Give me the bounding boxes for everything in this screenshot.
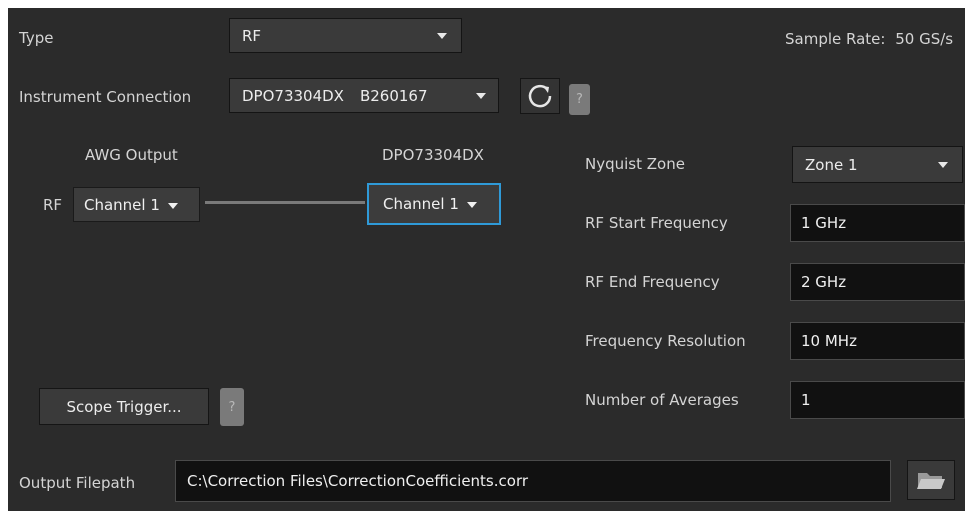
frequency-resolution-field[interactable]: [790, 322, 965, 360]
instrument-serial: B260167: [359, 86, 428, 105]
rf-end-field[interactable]: [790, 263, 965, 301]
scope-trigger-help-button[interactable]: ?: [220, 388, 244, 426]
chevron-down-icon: [167, 202, 178, 209]
channel-connection-line: [205, 201, 365, 204]
awg-channel-value: Channel 1: [84, 195, 160, 214]
scope-header: DPO73304DX: [382, 146, 484, 164]
awg-channel-dropdown[interactable]: Channel 1: [73, 187, 200, 222]
rf-start-label: RF Start Frequency: [585, 214, 728, 232]
sample-rate-value: 50 GS/s: [895, 30, 954, 48]
number-of-averages-label: Number of Averages: [585, 391, 739, 409]
folder-open-icon: [917, 473, 945, 489]
output-filepath-label: Output Filepath: [19, 474, 136, 492]
scope-channel-dropdown[interactable]: Channel 1: [367, 183, 501, 225]
nyquist-zone-dropdown[interactable]: Zone 1: [792, 146, 963, 183]
instrument-connection-dropdown[interactable]: DPO73304DX B260167: [229, 78, 499, 113]
type-dropdown[interactable]: RF: [229, 18, 462, 53]
rf-correction-panel: Type RF Sample Rate: 50 GS/s Instrument …: [8, 8, 965, 511]
chevron-down-icon: [938, 161, 948, 168]
sample-rate-display: Sample Rate: 50 GS/s: [785, 30, 953, 48]
refresh-button[interactable]: [520, 78, 560, 114]
frequency-resolution-label: Frequency Resolution: [585, 332, 746, 350]
rf-end-label: RF End Frequency: [585, 273, 720, 291]
output-filepath-field[interactable]: [175, 460, 891, 502]
nyquist-zone-label: Nyquist Zone: [585, 155, 685, 173]
chevron-down-icon: [476, 92, 486, 99]
scope-channel-value: Channel 1: [383, 195, 459, 213]
awg-output-header: AWG Output: [85, 146, 178, 164]
chevron-down-icon: [437, 32, 447, 39]
scope-trigger-button[interactable]: Scope Trigger...: [39, 388, 209, 425]
chevron-down-icon: [466, 202, 477, 208]
type-label: Type: [19, 29, 54, 47]
awg-rf-label: RF: [43, 196, 63, 214]
instrument-help-button[interactable]: ?: [569, 84, 590, 115]
number-of-averages-field[interactable]: [790, 381, 965, 419]
instrument-model: DPO73304DX: [242, 86, 344, 105]
type-value: RF: [242, 26, 262, 45]
refresh-icon: [528, 84, 552, 108]
rf-start-field[interactable]: [790, 204, 965, 242]
sample-rate-label: Sample Rate:: [785, 30, 886, 48]
browse-folder-button[interactable]: [907, 460, 955, 500]
nyquist-zone-value: Zone 1: [805, 155, 858, 174]
instrument-connection-label: Instrument Connection: [19, 88, 192, 106]
